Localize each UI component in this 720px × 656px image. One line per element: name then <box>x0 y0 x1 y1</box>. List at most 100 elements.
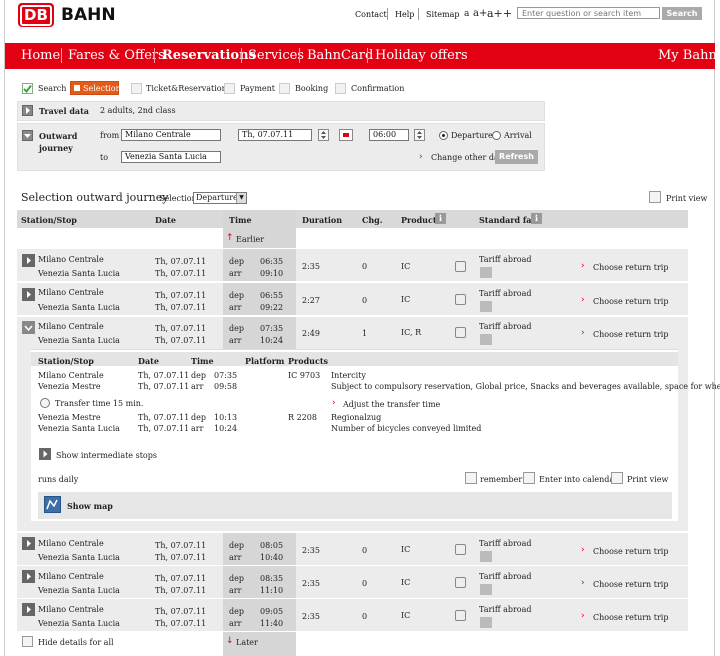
info-icon[interactable]: i <box>531 213 542 224</box>
product-info-icon[interactable] <box>455 544 466 555</box>
dep-label: dep <box>229 257 244 266</box>
earlier-link[interactable]: Earlier <box>236 235 264 244</box>
hide-details-link[interactable]: Hide details for all <box>38 638 114 647</box>
nav-holiday[interactable]: Holiday offers <box>375 48 468 63</box>
selection-title: Selection outward journey <box>21 191 169 204</box>
expand-icon[interactable] <box>22 570 35 583</box>
intermediate-stops-link[interactable]: Show intermediate stops <box>56 451 157 460</box>
row-to: Venezia Santa Lucia <box>38 619 120 628</box>
expand-icon[interactable] <box>22 254 35 267</box>
row-products: IC <box>401 578 411 587</box>
show-map-bar[interactable] <box>38 492 672 519</box>
row-changes: 1 <box>362 329 368 338</box>
remember-link[interactable]: remember <box>480 475 522 484</box>
row-duration: 2:35 <box>302 612 320 621</box>
time-field[interactable]: 06:00 <box>369 129 409 141</box>
departure-radio[interactable] <box>439 131 448 140</box>
calendar-icon[interactable] <box>339 129 353 141</box>
collapse-icon[interactable] <box>22 321 35 334</box>
detail-col-time: Time <box>191 356 214 366</box>
print-icon[interactable] <box>611 472 623 484</box>
arrival-radio[interactable] <box>492 131 501 140</box>
product-info-icon[interactable] <box>455 327 466 338</box>
arr-label: arr <box>191 382 204 391</box>
leg2-arr: 10:24 <box>214 424 238 433</box>
row-products: IC <box>401 611 411 620</box>
calendar-icon[interactable] <box>523 472 535 484</box>
from-field[interactable]: Milano Centrale <box>121 129 221 141</box>
date-stepper-icon[interactable] <box>318 129 329 141</box>
row-arr-time: 10:40 <box>260 553 284 562</box>
nav-services[interactable]: Services <box>248 48 304 63</box>
nav-separator <box>299 48 300 63</box>
leg1-train[interactable]: IC 9703 <box>288 371 320 380</box>
later-link[interactable]: Later <box>236 638 258 647</box>
outward-label: Outward <box>39 131 78 141</box>
choose-return-trip-link[interactable]: Choose return trip <box>593 330 668 339</box>
nav-fares[interactable]: Fares & Offers <box>68 48 165 63</box>
calendar-link[interactable]: Enter into calendar <box>539 475 618 484</box>
product-info-icon[interactable] <box>455 294 466 305</box>
row-duration: 2:35 <box>302 579 320 588</box>
print-view-link[interactable]: Print view <box>627 475 668 484</box>
expand-icon[interactable] <box>22 288 35 301</box>
show-map-link[interactable]: Show map <box>67 501 113 511</box>
contact-link[interactable]: Contact <box>355 10 387 19</box>
runs-daily: runs daily <box>38 475 79 484</box>
step-search[interactable]: Search <box>38 84 66 93</box>
choose-return-trip-link[interactable]: Choose return trip <box>593 547 668 556</box>
db-logo[interactable]: DB <box>18 3 54 27</box>
row-date: Th, 07.07.11 <box>155 553 207 562</box>
search-button[interactable]: Search <box>662 7 702 20</box>
leg2-to: Venezia Santa Lucia <box>38 424 120 433</box>
nav-home[interactable]: Home <box>21 48 60 63</box>
col-changes: Chg. <box>362 215 383 225</box>
choose-return-trip-link[interactable]: Choose return trip <box>593 613 668 622</box>
row-to: Venezia Santa Lucia <box>38 336 120 345</box>
hide-details-icon[interactable] <box>22 636 33 647</box>
row-duration: 2:35 <box>302 546 320 555</box>
arr-label: arr <box>229 269 242 278</box>
adjust-transfer-link[interactable]: Adjust the transfer time <box>343 400 440 409</box>
font-size-large[interactable]: a++ <box>487 7 512 20</box>
print-view-link[interactable]: Print view <box>666 194 707 203</box>
row-from: Milano Centrale <box>38 255 104 264</box>
help-link[interactable]: Help <box>395 10 414 19</box>
nav-bahncard[interactable]: BahnCard <box>307 48 373 63</box>
collapse-icon[interactable] <box>22 130 33 141</box>
choose-return-trip-link[interactable]: Choose return trip <box>593 297 668 306</box>
remember-icon[interactable] <box>465 472 477 484</box>
expand-icon[interactable] <box>22 603 35 616</box>
row-from: Milano Centrale <box>38 288 104 297</box>
nav-separator <box>241 48 242 63</box>
product-info-icon[interactable] <box>455 261 466 272</box>
sitemap-link[interactable]: Sitemap <box>426 10 459 19</box>
tariff-label: Tariff abroad <box>479 289 532 298</box>
leg2-train[interactable]: R 2208 <box>288 413 317 422</box>
step-booking: Booking <box>295 84 329 93</box>
font-size-small[interactable]: a <box>464 9 469 19</box>
expand-icon[interactable] <box>22 537 35 550</box>
to-field[interactable]: Venezia Santa Lucia <box>121 151 221 163</box>
expand-icon[interactable] <box>39 448 51 460</box>
date-field[interactable]: Th, 07.07.11 <box>238 129 312 141</box>
arrow-right-icon[interactable] <box>22 105 33 116</box>
nav-my-bahn[interactable]: My Bahn <box>658 48 717 63</box>
row-products: IC <box>401 545 411 554</box>
selection-select[interactable]: Departure ▼ <box>193 192 247 204</box>
detail-col-products: Products <box>288 356 329 366</box>
logo-text: DB <box>20 5 52 26</box>
row-arr-time: 09:10 <box>260 269 284 278</box>
font-size-medium[interactable]: a+ <box>473 8 487 19</box>
detail-col-station: Station/Stop <box>38 356 94 366</box>
choose-return-trip-link[interactable]: Choose return trip <box>593 263 668 272</box>
col-station: Station/Stop <box>21 215 77 225</box>
info-icon[interactable]: i <box>435 213 446 224</box>
refresh-button[interactable]: Refresh <box>495 150 538 164</box>
product-info-icon[interactable] <box>455 610 466 621</box>
choose-return-trip-link[interactable]: Choose return trip <box>593 580 668 589</box>
product-info-icon[interactable] <box>455 577 466 588</box>
search-input[interactable] <box>517 7 660 19</box>
print-icon[interactable] <box>649 191 661 203</box>
time-stepper-icon[interactable] <box>414 129 425 141</box>
